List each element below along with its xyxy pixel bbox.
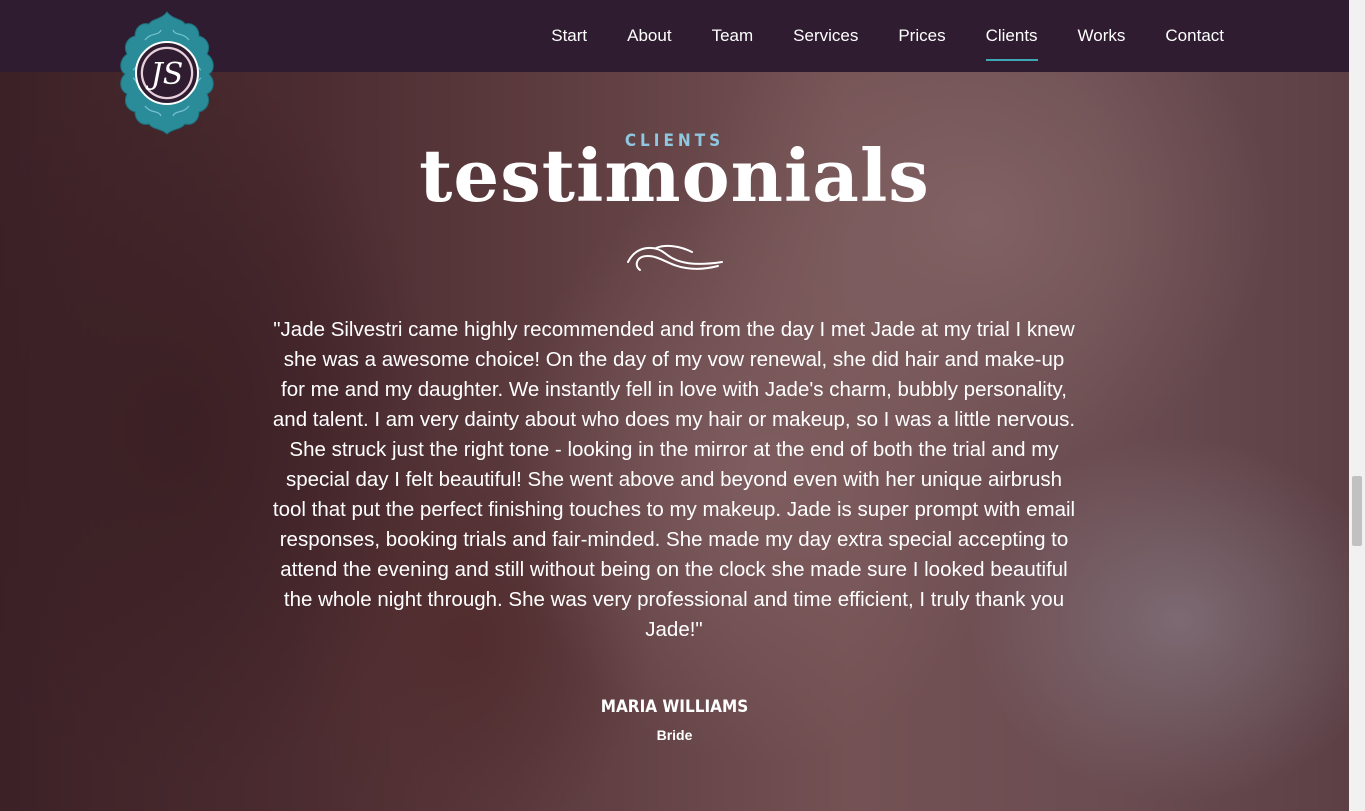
- swirl-divider-icon: [627, 244, 723, 271]
- nav-item-about[interactable]: About: [627, 27, 671, 46]
- testimonial-author: MARIA WILLIAMS: [600, 697, 749, 717]
- nav-item-start[interactable]: Start: [551, 27, 587, 46]
- section-title: testimonials: [419, 133, 930, 218]
- nav-item-clients[interactable]: Clients: [985, 27, 1038, 61]
- ornamental-monogram-logo[interactable]: JS: [115, 10, 219, 136]
- page-scrollbar[interactable]: [1349, 0, 1365, 811]
- scrollbar-thumb[interactable]: [1352, 476, 1362, 546]
- testimonial-role: Bride: [656, 727, 693, 743]
- nav-item-services[interactable]: Services: [793, 27, 858, 46]
- testimonial-quote: "Jade Silvestri came highly recommended …: [272, 318, 1076, 641]
- logo-monogram-text: JS: [145, 57, 184, 92]
- page: Start About Team Services Prices Clients…: [0, 0, 1365, 811]
- logo-emblem-icon: JS: [120, 11, 214, 135]
- main-nav: Start About Team Services Prices Clients…: [511, 0, 1224, 72]
- nav-item-team[interactable]: Team: [712, 27, 754, 46]
- nav-item-works[interactable]: Works: [1078, 27, 1126, 46]
- nav-item-contact[interactable]: Contact: [1165, 27, 1224, 46]
- nav-item-prices[interactable]: Prices: [898, 27, 945, 46]
